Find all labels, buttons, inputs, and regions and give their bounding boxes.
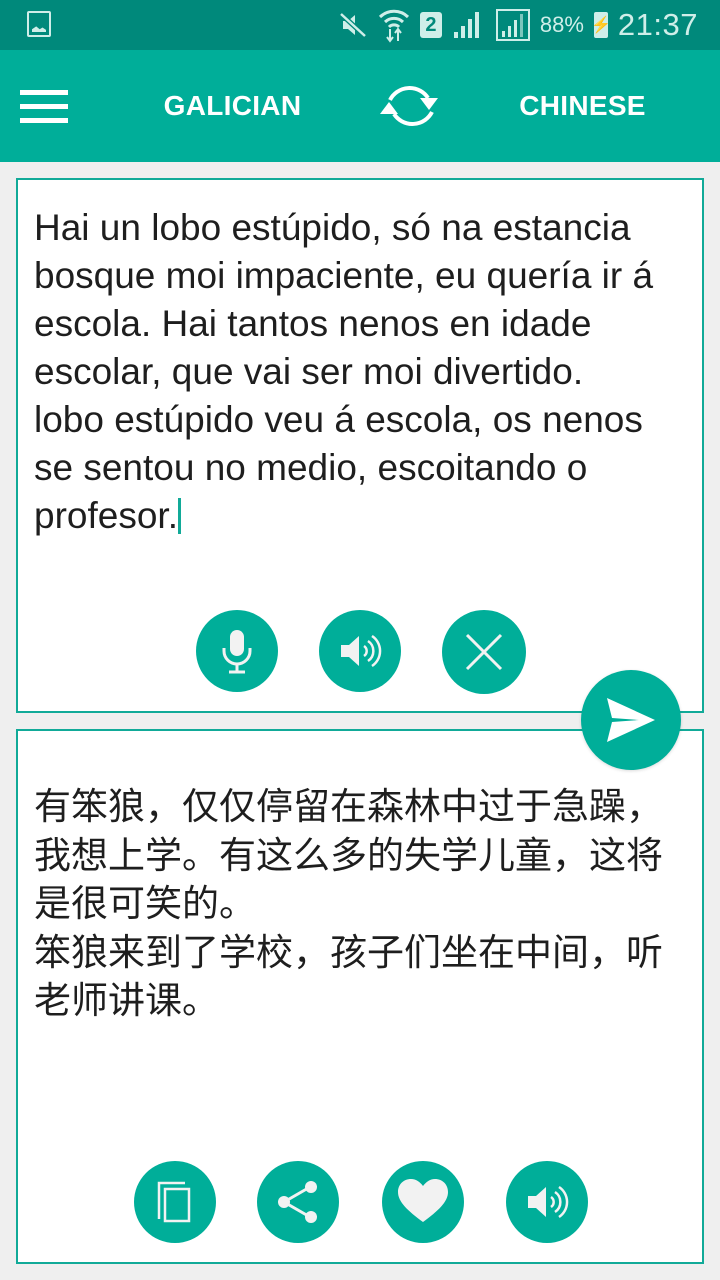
translate-button[interactable] [581,670,681,770]
clear-text-button[interactable] [442,610,526,694]
sim-2-icon: 2 [419,12,442,38]
app-bar: GALICIAN CHINESE [0,50,720,162]
copy-button[interactable] [134,1161,216,1243]
source-text-panel: Hai un lobo estúpido, só na estancia bos… [16,178,704,713]
send-icon [607,698,655,742]
speak-source-button[interactable] [319,610,401,692]
text-caret [177,498,181,534]
source-language-button[interactable]: GALICIAN [140,50,325,162]
signal-icon-2 [495,9,530,41]
close-icon [465,633,503,671]
target-language-button[interactable]: CHINESE [490,50,675,162]
speak-translation-button[interactable] [506,1161,588,1243]
battery-percent: 88% [539,12,584,37]
clock: 21:37 [617,7,698,42]
favorite-button[interactable] [382,1161,464,1243]
status-icons: 2 88% ⚡ 21:37 [338,0,698,50]
share-icon [278,1181,317,1223]
microphone-icon [222,630,252,674]
swap-languages-button[interactable] [376,76,446,136]
source-text: Hai un lobo estúpido, só na estancia bos… [34,207,654,536]
signal-icon [452,10,486,40]
wifi-data-icon [378,7,410,43]
mute-icon [338,11,368,39]
speaker-icon [528,1185,569,1219]
gallery-icon [27,11,51,37]
battery-charging-icon: ⚡ [591,12,611,38]
speaker-icon [341,634,382,668]
copy-icon [157,1181,191,1223]
status-bar: 2 88% ⚡ 21:37 [0,0,720,50]
hamburger-menu-icon[interactable] [20,90,68,124]
heart-icon [398,1179,448,1222]
source-text-input[interactable]: Hai un lobo estúpido, só na estancia bos… [34,204,684,540]
share-button[interactable] [257,1161,339,1243]
translated-text: 有笨狼，仅仅停留在森林中过于急躁，我想上学。有这么多的失学儿童，这将是很可笑的。… [34,785,663,1022]
translation-panel: 有笨狼，仅仅停留在森林中过于急躁，我想上学。有这么多的失学儿童，这将是很可笑的。… [16,729,704,1264]
swap-arrows-icon [380,86,438,126]
microphone-button[interactable] [196,610,278,692]
